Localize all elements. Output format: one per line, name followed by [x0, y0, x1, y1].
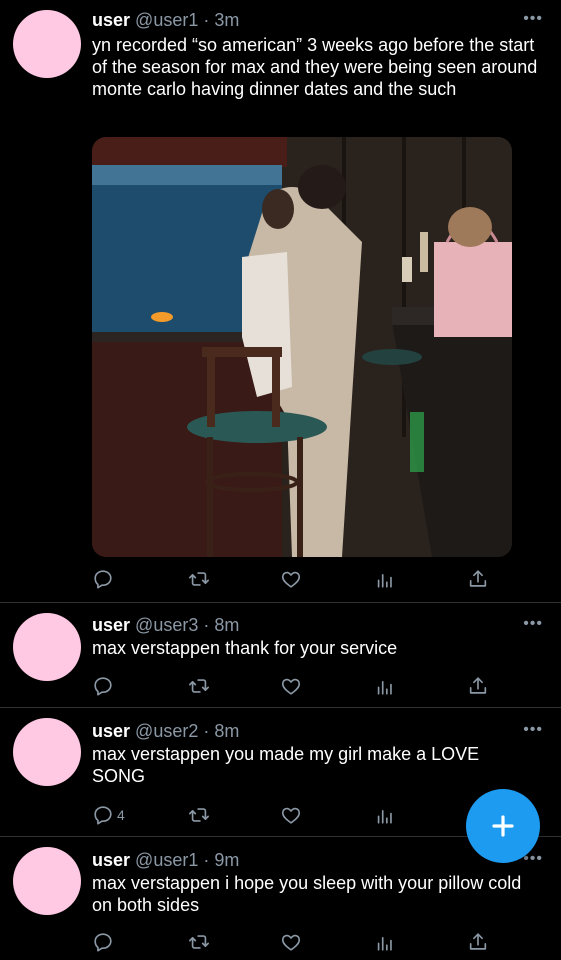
avatar[interactable]: [13, 613, 81, 681]
timestamp[interactable]: 9m: [214, 850, 239, 870]
like-icon: [280, 568, 302, 590]
tweet-photo[interactable]: [92, 137, 512, 557]
analytics-button[interactable]: [374, 675, 396, 697]
like-icon: [280, 931, 302, 953]
share-icon: [467, 675, 489, 697]
photo-illustration: [92, 137, 512, 557]
reply-button[interactable]: 4: [92, 804, 125, 826]
tweet-header: user @user1 · 3m: [92, 9, 239, 31]
tweet-actions: [92, 931, 492, 953]
more-icon[interactable]: •••: [523, 11, 543, 27]
tweet-2[interactable]: user @user3 · 8m ••• max verstappen than…: [0, 603, 561, 707]
timestamp[interactable]: 3m: [214, 10, 239, 30]
avatar[interactable]: [13, 718, 81, 786]
reply-icon: [92, 931, 114, 953]
analytics-icon: [374, 804, 396, 826]
author-handle[interactable]: @user2: [135, 721, 198, 741]
tweet-4[interactable]: user @user1 · 9m ••• max verstappen i ho…: [0, 837, 561, 960]
tweet-text: yn recorded “so american” 3 weeks ago be…: [92, 35, 538, 99]
share-icon: [467, 568, 489, 590]
analytics-icon: [374, 675, 396, 697]
analytics-button[interactable]: [374, 568, 396, 590]
more-icon[interactable]: •••: [523, 851, 543, 867]
tweet-header: user @user2 · 8m: [92, 720, 239, 742]
share-icon: [467, 931, 489, 953]
reply-icon: [92, 568, 114, 590]
author-name[interactable]: user: [92, 10, 130, 30]
author-handle[interactable]: @user3: [135, 615, 198, 635]
tweet-actions: [92, 568, 492, 590]
separator: ·: [198, 10, 215, 30]
retweet-button[interactable]: [188, 675, 210, 697]
compose-plus-icon: [492, 815, 514, 837]
author-name[interactable]: user: [92, 721, 130, 741]
author-name[interactable]: user: [92, 850, 130, 870]
analytics-button[interactable]: [374, 931, 396, 953]
reply-icon: [92, 675, 114, 697]
timestamp[interactable]: 8m: [214, 615, 239, 635]
tweet-1[interactable]: user @user1 · 3m ••• yn recorded “so ame…: [0, 0, 561, 602]
timestamp[interactable]: 8m: [214, 721, 239, 741]
author-handle[interactable]: @user1: [135, 10, 198, 30]
tweet-text: max verstappen you made my girl make a L…: [92, 744, 480, 786]
retweet-icon: [188, 804, 210, 826]
reply-button[interactable]: [92, 675, 117, 697]
retweet-icon: [188, 931, 210, 953]
reply-button[interactable]: [92, 931, 117, 953]
tweet-actions: [92, 675, 492, 697]
author-handle[interactable]: @user1: [135, 850, 198, 870]
tweet-header: user @user1 · 9m: [92, 849, 239, 871]
retweet-icon: [188, 675, 210, 697]
avatar[interactable]: [13, 10, 81, 78]
reply-button[interactable]: [92, 568, 117, 590]
like-icon: [280, 804, 302, 826]
share-button[interactable]: [467, 675, 489, 697]
tweet-text: max verstappen i hope you sleep with you…: [92, 873, 522, 915]
share-button[interactable]: [467, 568, 489, 590]
share-button[interactable]: [467, 931, 489, 953]
analytics-button[interactable]: [374, 804, 396, 826]
retweet-button[interactable]: [188, 568, 210, 590]
analytics-icon: [374, 931, 396, 953]
reply-icon: [92, 804, 114, 826]
like-button[interactable]: [280, 675, 302, 697]
like-button[interactable]: [280, 568, 302, 590]
tweet-text: max verstappen thank for your service: [92, 638, 398, 658]
tweet-actions: 4: [92, 804, 492, 826]
like-button[interactable]: [280, 931, 302, 953]
like-icon: [280, 675, 302, 697]
compose-button[interactable]: [466, 789, 540, 863]
avatar[interactable]: [13, 847, 81, 915]
author-name[interactable]: user: [92, 615, 130, 635]
reply-count: 4: [117, 807, 125, 823]
tweet-header: user @user3 · 8m: [92, 614, 239, 636]
more-icon[interactable]: •••: [523, 722, 543, 738]
separator: ·: [198, 721, 215, 741]
retweet-button[interactable]: [188, 804, 210, 826]
separator: ·: [198, 850, 215, 870]
analytics-icon: [374, 568, 396, 590]
retweet-icon: [188, 568, 210, 590]
retweet-button[interactable]: [188, 931, 210, 953]
like-button[interactable]: [280, 804, 302, 826]
more-icon[interactable]: •••: [523, 616, 543, 632]
separator: ·: [198, 615, 215, 635]
